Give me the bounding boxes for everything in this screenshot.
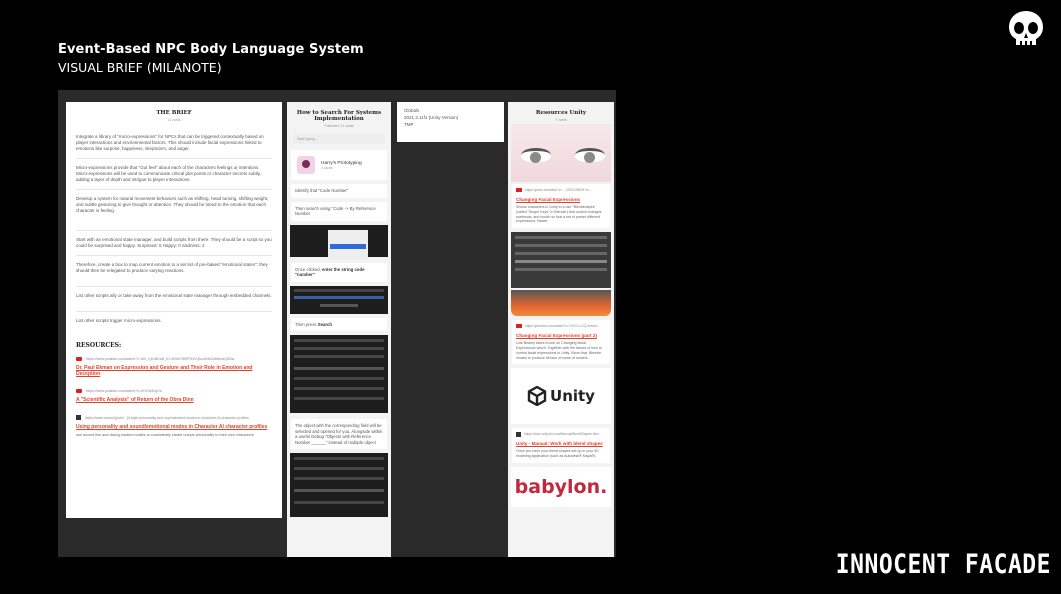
link-url: https://www.youtube.com/watch?v=d7vSU6hq… [86, 389, 162, 393]
resources-heading: Resources Unity [535, 110, 587, 116]
resource-link[interactable]: https://www.youtube.com/watch?v=Ut0_LjKv… [76, 357, 272, 377]
note-card[interactable]: Then search using "Code -> By Reference … [291, 201, 387, 221]
note-card[interactable]: Then press Search [291, 317, 387, 331]
link-title[interactable]: Unity - Manual: Work with blend shapes [516, 441, 606, 447]
brief-paragraph: Develop a system for natural movement be… [76, 190, 272, 231]
link-description: use accent like and dialog-loaded models… [76, 433, 254, 437]
unity-editor-image [511, 232, 611, 289]
board-count: 3 cards [321, 165, 333, 170]
brief-paragraph: Start with an emotional state manager, a… [76, 231, 272, 256]
youtube-icon [516, 188, 522, 192]
note-card[interactable]: The object with the corresponding field … [291, 419, 387, 449]
search-input[interactable]: Start typing… [293, 134, 385, 144]
screenshot-inspector [290, 335, 388, 413]
note-bold: Search [317, 321, 333, 327]
skull-icon [1009, 11, 1043, 45]
note-card[interactable]: Identify that "Code Number" [291, 184, 387, 198]
character-face-image [511, 290, 611, 317]
resource-link[interactable]: https://www.youtube.com/watch?v=d7vSU6hq… [76, 389, 272, 403]
resources-heading: RESOURCES: [76, 342, 122, 349]
brief-heading: THE BRIEF [156, 110, 192, 116]
slide-subtitle: VISUAL BRIEF (MILANOTE) [58, 60, 222, 75]
brief-paragraph: List other scripts ally or take away fro… [76, 287, 272, 312]
article-icon [76, 415, 81, 420]
anime-eyes-image [511, 124, 611, 182]
resource-card[interactable]: https://docs.unity3d.com/Manual/BlendSha… [512, 428, 610, 463]
link-title[interactable]: Using personality and sound/emotional mo… [76, 424, 272, 430]
brief-paragraph: List other scripts trigger micro-express… [76, 318, 162, 323]
unity-logo-text: Unity [550, 387, 595, 406]
version-line: Globals [404, 108, 420, 113]
unity-icon [516, 432, 521, 438]
slide-title: Event-Based NPC Body Language System [58, 42, 364, 57]
babylon-logo: babylon. [511, 466, 611, 507]
screenshot-objects [290, 453, 388, 517]
resource-card[interactable]: https://youtube.com/watch?v=Y0CCLLGQ-Are… [512, 320, 610, 365]
note-text: Then press [295, 321, 318, 327]
search-card-count: Followers 11 cards [324, 124, 354, 128]
screenshot-search-dialog [290, 285, 388, 314]
note-text: Once clicked, [295, 266, 322, 272]
brief-column[interactable]: THE BRIEF 11 cards Integrate a library o… [66, 102, 282, 518]
brief-paragraph: Therefore, create a box to map current e… [76, 256, 272, 287]
brand-wordmark: INNOCENT FACADE [835, 550, 1051, 580]
search-column[interactable]: How to Search For Systems Implementation… [287, 102, 391, 557]
board-icon [297, 156, 315, 174]
presentation-slide: Event-Based NPC Body Language System VIS… [0, 0, 1061, 594]
resource-link[interactable]: https://www.uxcom/[publi…]/l-style-perso… [76, 415, 272, 437]
youtube-icon [76, 357, 82, 361]
youtube-icon [516, 324, 522, 329]
link-title[interactable]: Changing Facial Expressions (part 2) [516, 333, 606, 339]
board-name: Harry's Prototyping [321, 160, 362, 166]
version-card[interactable]: Globals 2021.3.11f1 (Unity Version) TMP [397, 102, 504, 142]
youtube-icon [76, 389, 82, 393]
link-url: https://docs.unity3d.com/Manual/BlendSha… [524, 432, 599, 437]
link-description: Lots Beamy takes a look on Changing faci… [516, 341, 602, 360]
resources-card-count: 7 cards [555, 118, 567, 122]
link-url: https://youtu.be/watch?v=…2202139675?s=.… [525, 188, 593, 192]
link-title[interactable]: A "Scientific Analysis" of Return of the… [76, 397, 272, 403]
link-description: Once you have your blend shapes set up i… [516, 449, 599, 459]
screenshot-menu [290, 224, 388, 260]
link-url: https://www.youtube.com/watch?v=Ut0_LjKv… [86, 357, 235, 361]
link-url: https://www.uxcom/[publi…]/l-style-perso… [85, 415, 249, 420]
link-url: https://youtube.com/watch?v=Y0CCLLGQ-Are… [525, 324, 601, 329]
search-heading: How to Search For Systems Implementation [296, 110, 382, 122]
link-title[interactable]: Dr. Paul Ekman on Expression and Gesture… [76, 365, 272, 377]
resources-column[interactable]: Resources Unity 7 cards https://youtu.be… [508, 102, 614, 557]
unity-logo: Unity [511, 368, 611, 425]
version-line: 2021.3.11f1 (Unity Version) [404, 115, 459, 120]
brief-paragraph: Integrate a library of "micro-expression… [76, 128, 272, 159]
link-title[interactable]: Changing Facial Expressions [516, 197, 606, 203]
unity-cube-icon [527, 386, 547, 407]
link-description: Shows characters in Unity to a use "Blen… [516, 205, 603, 224]
resource-card[interactable]: https://youtu.be/watch?v=…2202139675?s=.… [512, 184, 610, 229]
version-line: TMP [404, 122, 414, 127]
brief-card-count: 11 cards [167, 118, 181, 122]
brief-paragraph: Micro-expressions provide that "Gut feel… [76, 159, 272, 190]
prototype-board-card[interactable]: Harry's Prototyping 3 cards [291, 150, 387, 180]
note-card[interactable]: Once clicked, enter the string code "num… [291, 262, 387, 282]
milanote-board: THE BRIEF 11 cards Integrate a library o… [58, 90, 616, 557]
